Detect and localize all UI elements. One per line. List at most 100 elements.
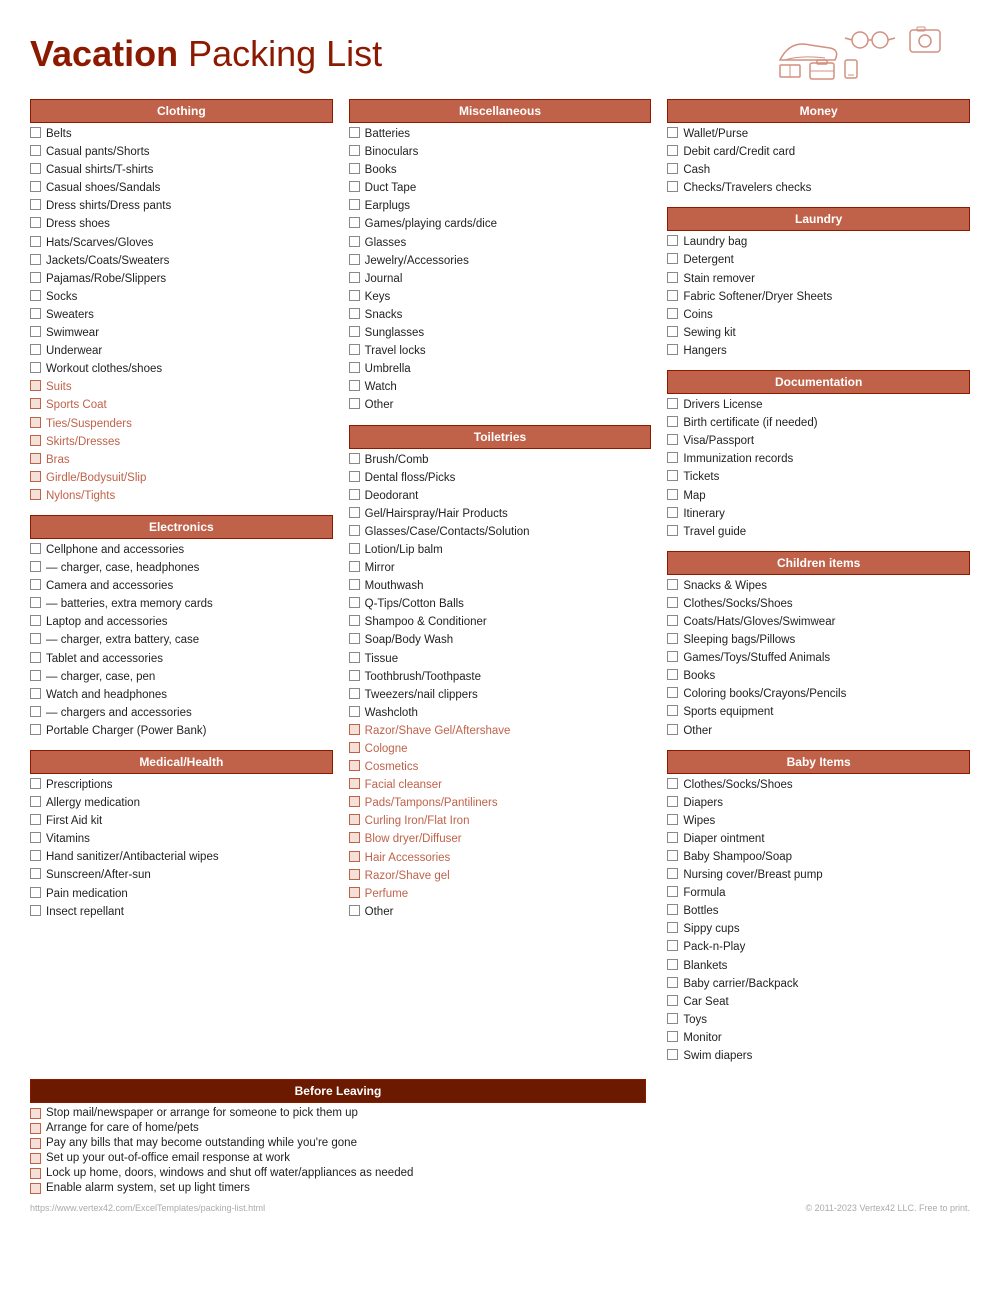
checkbox[interactable] <box>30 561 41 572</box>
checkbox[interactable] <box>349 290 360 301</box>
checkbox[interactable] <box>30 326 41 337</box>
checkbox[interactable] <box>349 453 360 464</box>
checkbox[interactable] <box>667 705 678 716</box>
checkbox[interactable] <box>30 887 41 898</box>
checkbox[interactable] <box>349 236 360 247</box>
checkbox[interactable] <box>349 471 360 482</box>
checkbox[interactable] <box>667 615 678 626</box>
checkbox[interactable] <box>30 453 41 464</box>
checkbox[interactable] <box>349 869 360 880</box>
checkbox[interactable] <box>30 615 41 626</box>
checkbox[interactable] <box>30 832 41 843</box>
checkbox[interactable] <box>30 435 41 446</box>
checkbox[interactable] <box>30 1153 41 1164</box>
checkbox[interactable] <box>349 724 360 735</box>
checkbox[interactable] <box>349 525 360 536</box>
checkbox[interactable] <box>349 145 360 156</box>
checkbox[interactable] <box>30 1168 41 1179</box>
checkbox[interactable] <box>30 489 41 500</box>
checkbox[interactable] <box>30 417 41 428</box>
checkbox[interactable] <box>349 688 360 699</box>
checkbox[interactable] <box>667 959 678 970</box>
checkbox[interactable] <box>30 579 41 590</box>
checkbox[interactable] <box>30 688 41 699</box>
checkbox[interactable] <box>667 163 678 174</box>
checkbox[interactable] <box>667 796 678 807</box>
checkbox[interactable] <box>667 922 678 933</box>
checkbox[interactable] <box>30 308 41 319</box>
checkbox[interactable] <box>667 995 678 1006</box>
checkbox[interactable] <box>349 561 360 572</box>
checkbox[interactable] <box>349 362 360 373</box>
checkbox[interactable] <box>349 326 360 337</box>
checkbox[interactable] <box>30 398 41 409</box>
checkbox[interactable] <box>667 814 678 825</box>
checkbox[interactable] <box>667 778 678 789</box>
checkbox[interactable] <box>349 181 360 192</box>
checkbox[interactable] <box>30 344 41 355</box>
checkbox[interactable] <box>349 778 360 789</box>
checkbox[interactable] <box>667 452 678 463</box>
checkbox[interactable] <box>667 507 678 518</box>
checkbox[interactable] <box>30 290 41 301</box>
checkbox[interactable] <box>30 199 41 210</box>
checkbox[interactable] <box>349 217 360 228</box>
checkbox[interactable] <box>667 1013 678 1024</box>
checkbox[interactable] <box>667 832 678 843</box>
checkbox[interactable] <box>349 633 360 644</box>
checkbox[interactable] <box>349 163 360 174</box>
checkbox[interactable] <box>30 633 41 644</box>
checkbox[interactable] <box>667 344 678 355</box>
checkbox[interactable] <box>30 181 41 192</box>
checkbox[interactable] <box>30 543 41 554</box>
checkbox[interactable] <box>667 977 678 988</box>
checkbox[interactable] <box>30 670 41 681</box>
checkbox[interactable] <box>667 651 678 662</box>
checkbox[interactable] <box>349 832 360 843</box>
checkbox[interactable] <box>30 1138 41 1149</box>
checkbox[interactable] <box>349 652 360 663</box>
checkbox[interactable] <box>667 416 678 427</box>
checkbox[interactable] <box>667 235 678 246</box>
checkbox[interactable] <box>349 670 360 681</box>
checkbox[interactable] <box>667 904 678 915</box>
checkbox[interactable] <box>30 724 41 735</box>
checkbox[interactable] <box>349 398 360 409</box>
checkbox[interactable] <box>30 1108 41 1119</box>
checkbox[interactable] <box>349 814 360 825</box>
checkbox[interactable] <box>667 669 678 680</box>
checkbox[interactable] <box>667 687 678 698</box>
checkbox[interactable] <box>667 308 678 319</box>
checkbox[interactable] <box>667 181 678 192</box>
checkbox[interactable] <box>30 380 41 391</box>
checkbox[interactable] <box>667 940 678 951</box>
checkbox[interactable] <box>30 652 41 663</box>
checkbox[interactable] <box>667 145 678 156</box>
checkbox[interactable] <box>667 724 678 735</box>
checkbox[interactable] <box>667 489 678 500</box>
checkbox[interactable] <box>30 814 41 825</box>
checkbox[interactable] <box>30 706 41 717</box>
checkbox[interactable] <box>349 597 360 608</box>
checkbox[interactable] <box>349 579 360 590</box>
checkbox[interactable] <box>349 507 360 518</box>
checkbox[interactable] <box>349 127 360 138</box>
checkbox[interactable] <box>349 308 360 319</box>
checkbox[interactable] <box>667 253 678 264</box>
checkbox[interactable] <box>667 868 678 879</box>
checkbox[interactable] <box>667 434 678 445</box>
checkbox[interactable] <box>667 470 678 481</box>
checkbox[interactable] <box>30 236 41 247</box>
checkbox[interactable] <box>349 706 360 717</box>
checkbox[interactable] <box>667 886 678 897</box>
checkbox[interactable] <box>667 1049 678 1060</box>
checkbox[interactable] <box>30 850 41 861</box>
checkbox[interactable] <box>349 254 360 265</box>
checkbox[interactable] <box>349 851 360 862</box>
checkbox[interactable] <box>30 362 41 373</box>
checkbox[interactable] <box>349 796 360 807</box>
checkbox[interactable] <box>30 272 41 283</box>
checkbox[interactable] <box>667 326 678 337</box>
checkbox[interactable] <box>30 905 41 916</box>
checkbox[interactable] <box>349 380 360 391</box>
